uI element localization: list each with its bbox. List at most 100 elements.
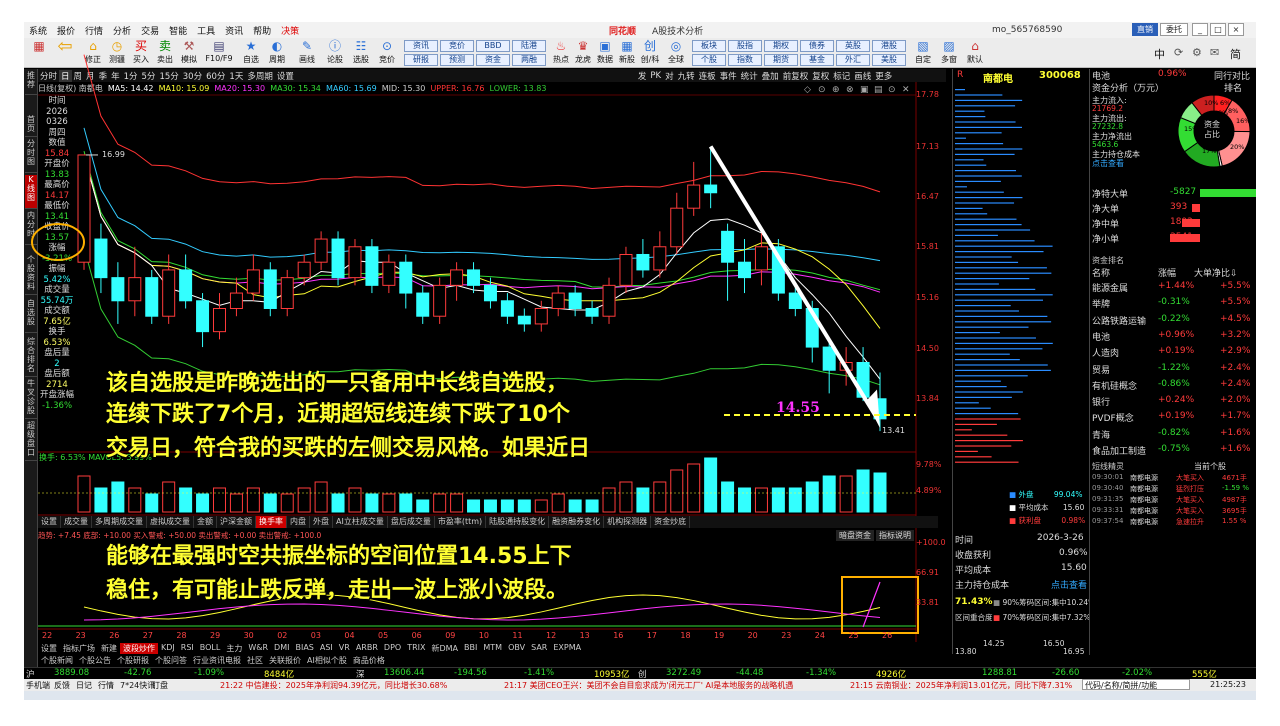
indicator-help-button[interactable]: 指标说明: [876, 530, 914, 541]
weituo-button[interactable]: 委托: [1160, 23, 1188, 36]
chip-main-cost-link[interactable]: 点击查看: [1051, 578, 1087, 591]
btab-dpo[interactable]: DPO: [381, 643, 404, 654]
status-quote[interactable]: 行情: [98, 680, 114, 691]
subtab-hs-amount[interactable]: 沪深金额: [217, 516, 256, 528]
minimize-button[interactable]: _: [1192, 23, 1208, 36]
btab-bbi[interactable]: BBI: [461, 643, 480, 654]
subtab-turnover[interactable]: 换手率: [256, 516, 287, 528]
rank-row[interactable]: PVDF概念 +0.19% +1.7%: [1092, 411, 1256, 424]
close-button[interactable]: ×: [1228, 23, 1244, 36]
status-mobile[interactable]: 手机端: [26, 680, 50, 691]
rank-row[interactable]: 青海 -0.82% +1.6%: [1092, 428, 1256, 441]
subtab-fund-bottom[interactable]: 资金炒底: [651, 516, 691, 528]
rank-row[interactable]: 举牌 -0.31% +5.5%: [1092, 297, 1256, 310]
rank-header-net[interactable]: 大单净比⇩: [1194, 266, 1238, 279]
simplified-toggle[interactable]: 简: [1230, 46, 1241, 62]
rank-header-pct[interactable]: 涨幅: [1158, 266, 1176, 279]
subtab-margin[interactable]: 融资融券变化: [549, 516, 605, 528]
dark-fund-button[interactable]: 暗盘资金: [836, 530, 874, 541]
account-name[interactable]: mo_565768590: [992, 25, 1062, 35]
news-ticker-2[interactable]: 21:17 美团CEO王兴：美团不会自目愈求成为'闭元工厂' AI是本地服务的战…: [504, 680, 793, 691]
btab-obv[interactable]: OBV: [505, 643, 528, 654]
subtab-outer[interactable]: 外盘: [310, 516, 333, 528]
zhixiao-button[interactable]: 直销: [1132, 23, 1158, 36]
btab-rsi[interactable]: RSI: [178, 643, 197, 654]
ntab-related[interactable]: 关联报价: [266, 655, 304, 666]
ntab-commodity[interactable]: 商品价格: [350, 655, 388, 666]
maximize-button[interactable]: □: [1210, 23, 1226, 36]
btab-arbr[interactable]: ARBR: [353, 643, 381, 654]
refresh-icon[interactable]: ⟳: [1174, 46, 1183, 59]
ntab-industry[interactable]: 行业资讯电报: [190, 655, 244, 666]
hold-link[interactable]: 点击查看: [1092, 158, 1124, 169]
subtab-amount[interactable]: 金额: [194, 516, 217, 528]
subtab-hk-holding[interactable]: 陆股通持股变化: [486, 516, 550, 528]
wizard-row[interactable]: 09:31:35 南都电源 大笔买入 4987手: [1092, 495, 1256, 504]
btab-wave[interactable]: 波段炒作: [120, 643, 158, 654]
btab-newdma[interactable]: 新DMA: [428, 643, 461, 654]
ntab-announcements[interactable]: 个股公告: [76, 655, 114, 666]
btab-boll[interactable]: BOLL: [197, 643, 224, 654]
rank-row[interactable]: 能源金属 +1.44% +5.5%: [1092, 281, 1256, 294]
subtab-inner[interactable]: 内盘: [287, 516, 310, 528]
btab-new[interactable]: 新建: [98, 643, 120, 654]
default-button[interactable]: ⌂ 默认: [962, 39, 988, 67]
subtab-volume[interactable]: 成交量: [61, 516, 92, 528]
rank-row[interactable]: 电池 +0.96% +3.2%: [1092, 330, 1256, 343]
rank-row[interactable]: 食品加工制造 -0.75% +1.6%: [1092, 444, 1256, 457]
btab-expma[interactable]: EXPMA: [550, 643, 584, 654]
rank-row[interactable]: 公路铁路运输 -0.22% +4.5%: [1092, 314, 1256, 327]
date-tick: 10: [478, 631, 489, 640]
ntab-ai-similar[interactable]: AI相似个股: [304, 655, 350, 666]
status-feedback[interactable]: 反馈: [54, 680, 70, 691]
btab-wr[interactable]: W&R: [245, 643, 271, 654]
candle-body: [551, 292, 565, 309]
wizard-filter[interactable]: 当前个股: [1194, 461, 1226, 472]
news-ticker-1[interactable]: 21:22 中信建投：2025年净利润94.39亿元，同比增长30.68%: [220, 680, 447, 691]
volume-bar: [128, 487, 142, 513]
btab-dmi[interactable]: DMI: [271, 643, 292, 654]
btab-sar[interactable]: SAR: [528, 643, 550, 654]
btab-asi[interactable]: ASI: [317, 643, 336, 654]
btab-main[interactable]: 主力: [223, 643, 245, 654]
ntab-research[interactable]: 个股研报: [114, 655, 152, 666]
rank-row[interactable]: 贸易 -1.22% +2.4%: [1092, 363, 1256, 376]
zh-toggle[interactable]: 中: [1154, 46, 1165, 62]
rank-row[interactable]: 银行 +0.24% +2.0%: [1092, 395, 1256, 408]
news-ticker-3[interactable]: 21:15 云南铜业：2025年净利润13.01亿元，同比下降7.31%: [850, 680, 1072, 691]
wizard-row[interactable]: 09:33:31 南都电源 大笔买入 3695手: [1092, 506, 1256, 515]
search-input[interactable]: 代码/名称/简拼/功能: [1082, 679, 1190, 690]
btab-trix[interactable]: TRIX: [404, 643, 428, 654]
subtab-institution[interactable]: 机构探测器: [604, 516, 652, 528]
wizard-row[interactable]: 09:37:54 南都电源 急速拉升 1.55 %: [1092, 517, 1256, 526]
btab-kdj[interactable]: KDJ: [158, 643, 178, 654]
btab-plaza[interactable]: 指标广场: [60, 643, 98, 654]
ntab-qa[interactable]: 个股问答: [152, 655, 190, 666]
subtab-ai-volume[interactable]: AI立柱成交量: [333, 516, 388, 528]
subtab-virtual-volume[interactable]: 虚拟成交量: [147, 516, 194, 528]
subtab-settings[interactable]: 设置: [38, 516, 61, 528]
status-watch[interactable]: 盯盘: [152, 680, 168, 691]
mail-icon[interactable]: ✉: [1210, 46, 1219, 59]
wizard-time: 09:33:31: [1092, 506, 1124, 514]
subtab-after-volume[interactable]: 盘后成交量: [388, 516, 435, 528]
status-flash[interactable]: 7*24快讯: [120, 680, 155, 691]
ntab-stock-news[interactable]: 个股新闻: [38, 655, 76, 666]
rank-header-name[interactable]: 名称: [1092, 266, 1110, 279]
wizard-row[interactable]: 09:30:01 南都电源 大笔买入 4671手: [1092, 473, 1256, 482]
ntab-community[interactable]: 社区: [244, 655, 266, 666]
status-diary[interactable]: 日记: [76, 680, 92, 691]
btab-settings[interactable]: 设置: [38, 643, 60, 654]
btab-vr[interactable]: VR: [336, 643, 353, 654]
settings-icon[interactable]: ⚙: [1192, 46, 1202, 59]
volume-bar: [399, 493, 413, 513]
rank-row[interactable]: 有机硅概念 -0.86% +2.4%: [1092, 379, 1256, 392]
subtab-multi-volume[interactable]: 多周期成交量: [92, 516, 147, 528]
btab-bias[interactable]: BIAS: [292, 643, 316, 654]
btab-mtm[interactable]: MTM: [480, 643, 505, 654]
rank-pct: -0.22%: [1158, 313, 1190, 324]
rank-row[interactable]: 人造肉 +0.19% +2.9%: [1092, 346, 1256, 359]
index-change: -42.76: [124, 668, 152, 678]
wizard-row[interactable]: 09:30:40 南都电源 猛烈打压 -1.59 %: [1092, 484, 1256, 493]
subtab-pe[interactable]: 市盈率(ttm): [435, 516, 487, 528]
